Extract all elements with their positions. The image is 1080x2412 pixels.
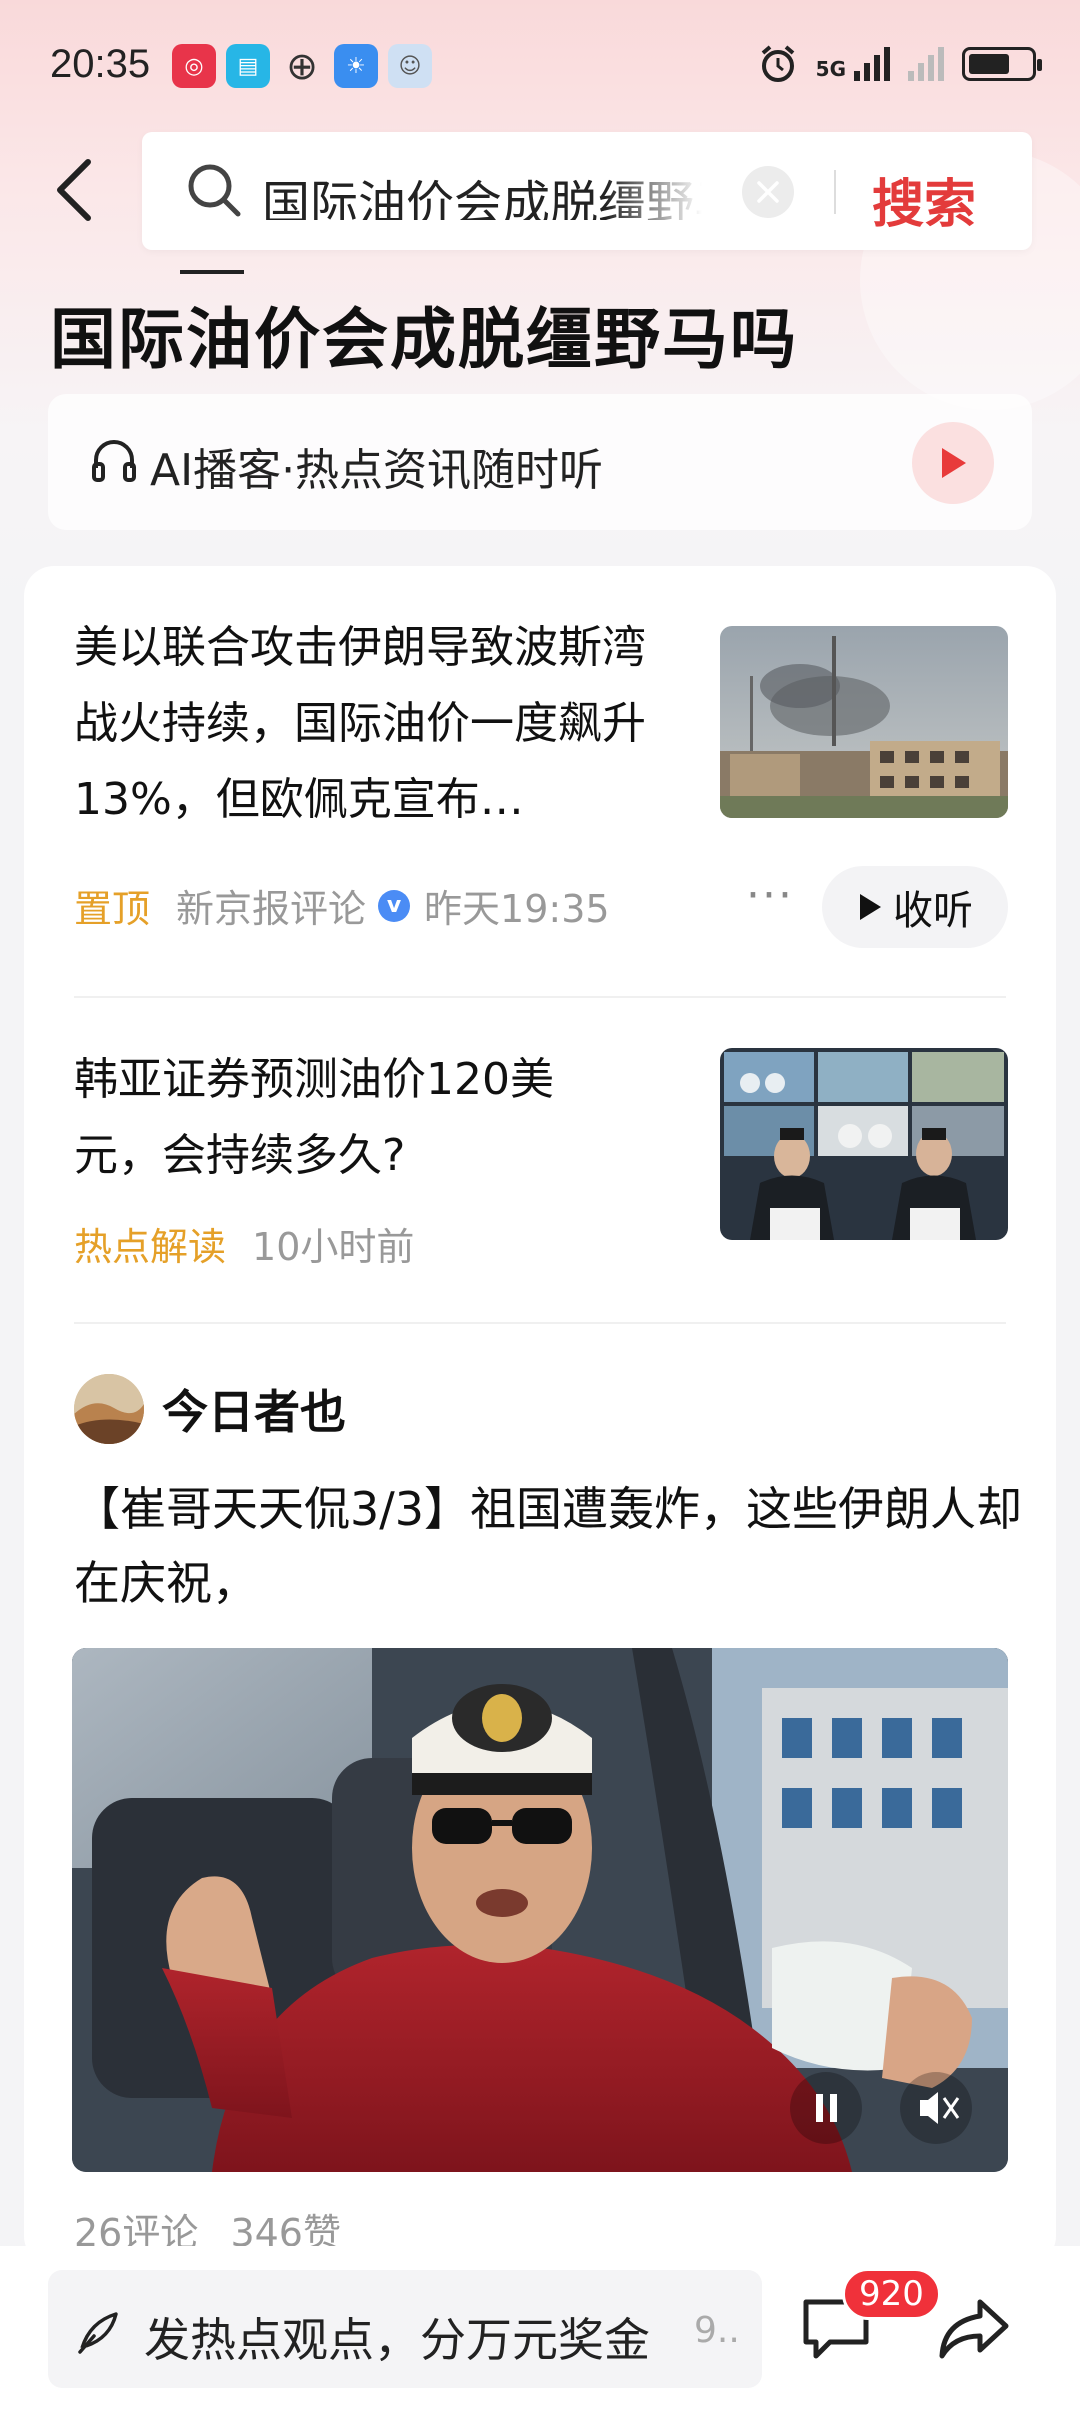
book-icon: ▤ [226, 44, 270, 88]
results-card: 美以联合攻击伊朗导致波斯湾战火持续，国际油价一度飙升13%，但欧佩克宣布… 置顶… [24, 566, 1056, 2266]
play-icon [942, 448, 966, 478]
back-button[interactable] [44, 159, 104, 221]
news-source[interactable]: 新京报评论 [176, 878, 366, 933]
video-frame-image [72, 1648, 1008, 2172]
news-meta: 热点解读 10小时前 [74, 1216, 414, 1271]
hot-topic-tag: 热点解读 [74, 1225, 227, 1269]
search-divider [834, 170, 836, 214]
clear-search-button[interactable] [742, 166, 794, 218]
ai-podcast-bar[interactable]: AI播客·热点资讯随时听 [48, 394, 1032, 530]
search-icon [188, 164, 241, 217]
comment-input[interactable]: 发热点观点，分万元奖金 9.. [48, 2270, 762, 2388]
globe-icon: ⊕ [286, 44, 318, 88]
pen-icon [78, 2312, 118, 2354]
title-accent-line [180, 270, 244, 274]
news-meta: 置顶 新京报评论 v 昨天19:35 [74, 878, 610, 933]
smoke-city-image [720, 626, 1008, 818]
news-time: 昨天19:35 [424, 887, 610, 931]
news-thumbnail[interactable] [720, 1048, 1008, 1240]
listen-button[interactable]: 收听 [822, 866, 1008, 948]
page-title: 国际油价会成脱缰野马吗 [50, 301, 798, 378]
comment-placeholder: 发热点观点，分万元奖金 [144, 2313, 650, 2367]
bottom-bar: 发热点观点，分万元奖金 9.. 920 [0, 2246, 1080, 2412]
news-title[interactable]: 美以联合攻击伊朗导致波斯湾战火持续，国际油价一度飙升13%，但欧佩克宣布… [74, 610, 674, 838]
desert-avatar-image [74, 1374, 144, 1444]
more-options-icon[interactable]: ··· [746, 870, 794, 921]
author-row[interactable]: 今日者也 [74, 1374, 346, 1444]
comment-count-badge: 920 [842, 2268, 941, 2320]
press-conference-image [720, 1048, 1008, 1240]
app-icon-red: ◎ [172, 44, 216, 88]
listen-label: 收听 [893, 888, 973, 934]
chat-app-icon: ☺ [388, 44, 432, 88]
divider [74, 1322, 1006, 1324]
news-title[interactable]: 韩亚证券预测油价120美元，会持续多久? [74, 1042, 634, 1194]
signal-icon: 5G [816, 47, 890, 81]
news-item[interactable]: 美以联合攻击伊朗导致波斯湾战火持续，国际油价一度飙升13%，但欧佩克宣布… [74, 610, 674, 838]
pinned-tag: 置顶 [74, 887, 151, 931]
close-icon [757, 181, 779, 203]
news-item[interactable]: 韩亚证券预测油价120美元，会持续多久? [74, 1042, 634, 1194]
news-thumbnail[interactable] [720, 626, 1008, 818]
comment-placeholder-trail: 9.. [694, 2310, 740, 2351]
share-icon [939, 2299, 1009, 2359]
avatar[interactable] [74, 1374, 144, 1444]
play-icon [860, 894, 881, 920]
headphones-icon [92, 440, 136, 482]
mute-button[interactable] [900, 2072, 972, 2144]
notification-icons: ◎ ▤ ⊕ ☀ ☺ [172, 44, 432, 88]
news-time: 10小时前 [252, 1225, 415, 1269]
chevron-left-icon [57, 159, 91, 221]
pause-button[interactable] [790, 2072, 862, 2144]
search-input[interactable]: 国际油价会成脱缰野马吗 [262, 164, 702, 220]
podcast-label: AI播客·热点资讯随时听 [150, 445, 604, 496]
weather-icon: ☀ [334, 44, 378, 88]
video-player[interactable] [72, 1648, 1008, 2172]
post-text[interactable]: 【崔哥天天侃3/3】祖国遭轰炸，这些伊朗人却在庆祝， [74, 1472, 1024, 1620]
divider [74, 996, 1006, 998]
author-name[interactable]: 今日者也 [162, 1376, 346, 1442]
verified-icon: v [378, 889, 411, 922]
status-bar: 20:35 ◎ ▤ ⊕ ☀ ☺ 5G [0, 0, 1080, 130]
battery-icon [962, 47, 1042, 81]
search-submit-button[interactable]: 搜索 [872, 162, 976, 237]
podcast-play-button[interactable] [912, 422, 994, 504]
status-time: 20:35 [50, 42, 151, 86]
alarm-icon [761, 45, 794, 82]
system-icons: 5G [758, 44, 1042, 84]
signal-icon-secondary [908, 47, 944, 81]
share-button[interactable] [936, 2296, 1010, 2366]
search-bar[interactable]: 国际油价会成脱缰野马吗 搜索 [142, 132, 1032, 250]
